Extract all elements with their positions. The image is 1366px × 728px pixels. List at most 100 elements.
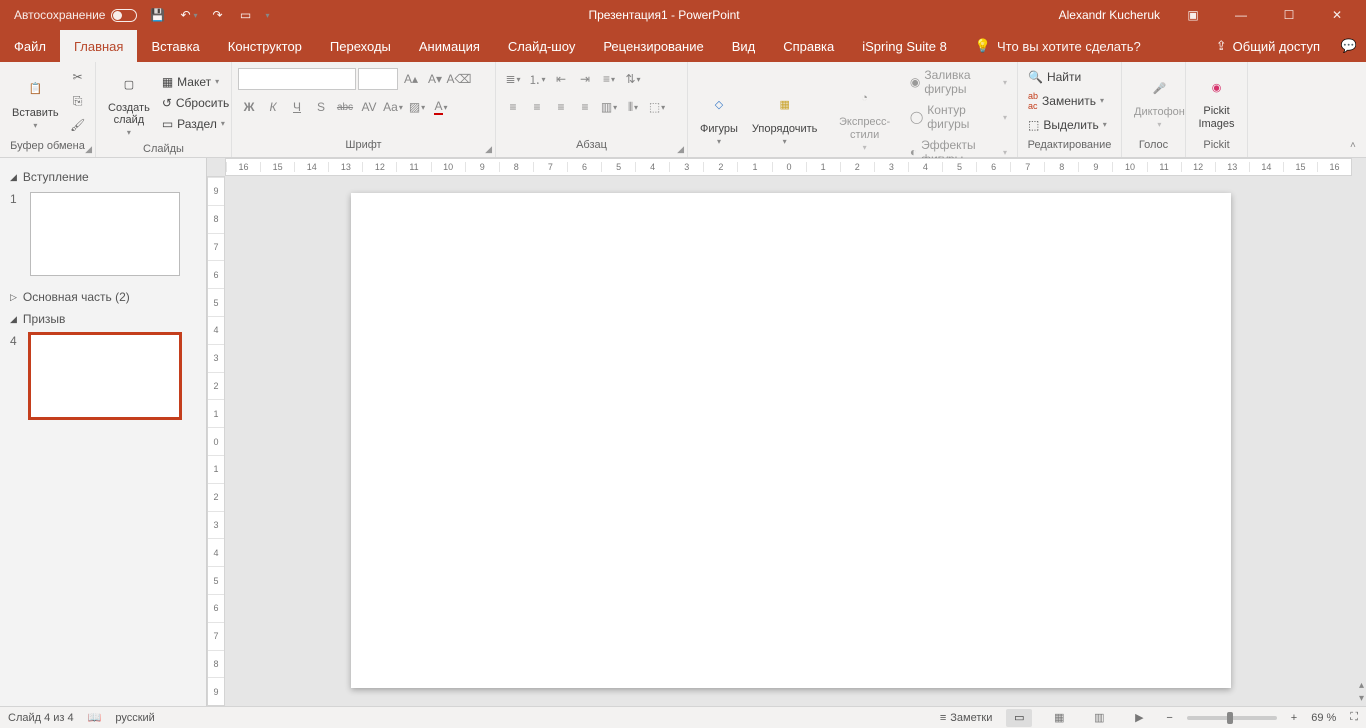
bold-button[interactable]: Ж: [238, 96, 260, 118]
columns-button[interactable]: ▥▾: [598, 96, 620, 118]
new-slide-icon: ▢: [113, 68, 145, 100]
quick-styles-button[interactable]: ◔ Экспресс-стили▾: [825, 80, 903, 153]
font-launcher-icon[interactable]: ◢: [485, 144, 492, 155]
format-painter-button[interactable]: 🖌: [67, 114, 89, 136]
language-button[interactable]: русский: [115, 712, 154, 724]
zoom-level[interactable]: 69 %: [1311, 712, 1336, 724]
tab-ispring[interactable]: iSpring Suite 8: [848, 30, 961, 62]
strikethrough-button[interactable]: abc: [334, 96, 356, 118]
line-spacing-button[interactable]: ≡▾: [598, 68, 620, 90]
reset-button[interactable]: ↺Сбросить: [158, 94, 233, 112]
smartart-button[interactable]: ⬚▾: [646, 96, 668, 118]
slide-sorter-button[interactable]: ▦: [1046, 709, 1072, 727]
close-icon[interactable]: ✕: [1322, 0, 1352, 30]
zoom-out-button[interactable]: −: [1166, 712, 1172, 724]
tab-review[interactable]: Рецензирование: [589, 30, 717, 62]
find-button[interactable]: 🔍Найти: [1024, 68, 1111, 86]
tab-transitions[interactable]: Переходы: [316, 30, 405, 62]
autosave-toggle[interactable]: Автосохранение: [14, 8, 137, 22]
italic-button[interactable]: К: [262, 96, 284, 118]
dictate-button[interactable]: 🎤 Диктофон▾: [1128, 70, 1191, 131]
undo-icon[interactable]: ↶: [177, 7, 193, 23]
char-spacing-button[interactable]: AV: [358, 96, 380, 118]
collapse-ribbon-icon[interactable]: ˄: [1350, 140, 1362, 152]
slide-position[interactable]: Слайд 4 из 4: [8, 712, 74, 724]
normal-view-button[interactable]: ▭: [1006, 709, 1032, 727]
new-slide-button[interactable]: ▢ Создать слайд ▾: [102, 66, 156, 139]
fit-to-window-button[interactable]: ⛶: [1350, 711, 1358, 724]
increase-font-button[interactable]: A▴: [400, 68, 422, 90]
slide-thumbnail-1[interactable]: [30, 192, 180, 276]
group-label-slides: Слайды: [96, 143, 231, 157]
slideshow-view-button[interactable]: ▶: [1126, 709, 1152, 727]
select-button[interactable]: ⬚Выделить▾: [1024, 116, 1111, 134]
paragraph-launcher-icon[interactable]: ◢: [677, 144, 684, 155]
notes-button[interactable]: ≡ Заметки: [940, 712, 993, 724]
align-text-button[interactable]: ⫴▾: [622, 96, 644, 118]
font-name-input[interactable]: [238, 68, 356, 90]
cut-button[interactable]: ✂: [67, 66, 89, 88]
ribbon-display-options-icon[interactable]: ▣: [1178, 0, 1208, 30]
pickit-button[interactable]: ◉ Pickit Images: [1192, 69, 1241, 131]
save-icon[interactable]: 💾: [149, 7, 165, 23]
justify-button[interactable]: ≡: [574, 96, 596, 118]
section-button[interactable]: ▭Раздел▾: [158, 115, 233, 133]
vertical-ruler[interactable]: 9876543210123456789: [207, 176, 225, 706]
tab-animations[interactable]: Анимация: [405, 30, 494, 62]
slide-canvas[interactable]: [351, 193, 1231, 688]
highlight-button[interactable]: ▨▾: [406, 96, 428, 118]
clipboard-launcher-icon[interactable]: ◢: [85, 144, 92, 155]
copy-button[interactable]: ⎘: [67, 90, 89, 112]
comments-button[interactable]: 💬: [1332, 30, 1366, 62]
horizontal-ruler[interactable]: 1615141312111098765432101234567891011121…: [225, 158, 1352, 176]
tab-view[interactable]: Вид: [718, 30, 770, 62]
shapes-button[interactable]: ◇ Фигуры▾: [694, 87, 744, 148]
slide-thumbnail-4[interactable]: [30, 334, 180, 418]
font-color-button[interactable]: A▾: [430, 96, 452, 118]
layout-button[interactable]: ▦Макет▾: [158, 73, 233, 91]
slide-thumbnails-panel[interactable]: ◢ Вступление 1 ▷ Основная часть (2) ◢ Пр…: [0, 158, 207, 706]
tell-me-search[interactable]: 💡 Что вы хотите сделать?: [961, 30, 1155, 62]
reading-view-button[interactable]: ▥: [1086, 709, 1112, 727]
underline-button[interactable]: Ч: [286, 96, 308, 118]
bullets-button[interactable]: ≣▾: [502, 68, 524, 90]
decrease-font-button[interactable]: A▾: [424, 68, 446, 90]
paste-button[interactable]: 📋 Вставить ▾: [6, 71, 65, 132]
tab-insert[interactable]: Вставка: [137, 30, 213, 62]
clear-formatting-button[interactable]: A⌫: [448, 68, 470, 90]
increase-indent-button[interactable]: ⇥: [574, 68, 596, 90]
align-center-button[interactable]: ≡: [526, 96, 548, 118]
scroll-up-icon[interactable]: ▴: [1359, 680, 1364, 691]
align-left-button[interactable]: ≡: [502, 96, 524, 118]
redo-icon[interactable]: ↷: [210, 7, 226, 23]
tab-design[interactable]: Конструктор: [214, 30, 316, 62]
share-button[interactable]: ⇪ Общий доступ: [1204, 30, 1332, 62]
tab-help[interactable]: Справка: [769, 30, 848, 62]
zoom-slider[interactable]: [1187, 716, 1277, 720]
replace-button[interactable]: abacЗаменить▾: [1024, 89, 1111, 113]
start-from-beginning-icon[interactable]: ▭: [238, 7, 254, 23]
section-header-2[interactable]: ▷ Основная часть (2): [10, 286, 196, 308]
shape-fill-button[interactable]: ◉Заливка фигуры▾: [906, 66, 1011, 98]
spell-check-icon[interactable]: 📖: [88, 711, 102, 724]
shape-outline-button[interactable]: ◯Контур фигуры▾: [906, 101, 1011, 133]
change-case-button[interactable]: Aa▾: [382, 96, 404, 118]
text-shadow-button[interactable]: S: [310, 96, 332, 118]
tab-slideshow[interactable]: Слайд-шоу: [494, 30, 589, 62]
zoom-in-button[interactable]: +: [1291, 712, 1297, 724]
maximize-icon[interactable]: ☐: [1274, 0, 1304, 30]
font-size-input[interactable]: [358, 68, 398, 90]
scroll-down-icon[interactable]: ▾: [1359, 693, 1364, 704]
section-header-3[interactable]: ◢ Призыв: [10, 308, 196, 330]
numbering-button[interactable]: ⒈▾: [526, 68, 548, 90]
undo-dropdown-icon[interactable]: ▾: [193, 11, 197, 20]
tab-file[interactable]: Файл: [0, 30, 60, 62]
tab-home[interactable]: Главная: [60, 30, 137, 62]
section-header-1[interactable]: ◢ Вступление: [10, 166, 196, 188]
align-right-button[interactable]: ≡: [550, 96, 572, 118]
text-direction-button[interactable]: ⇅▾: [622, 68, 644, 90]
arrange-button[interactable]: ▦ Упорядочить▾: [746, 87, 823, 148]
decrease-indent-button[interactable]: ⇤: [550, 68, 572, 90]
user-name[interactable]: Alexandr Kucheruk: [1059, 8, 1160, 22]
minimize-icon[interactable]: —: [1226, 0, 1256, 30]
